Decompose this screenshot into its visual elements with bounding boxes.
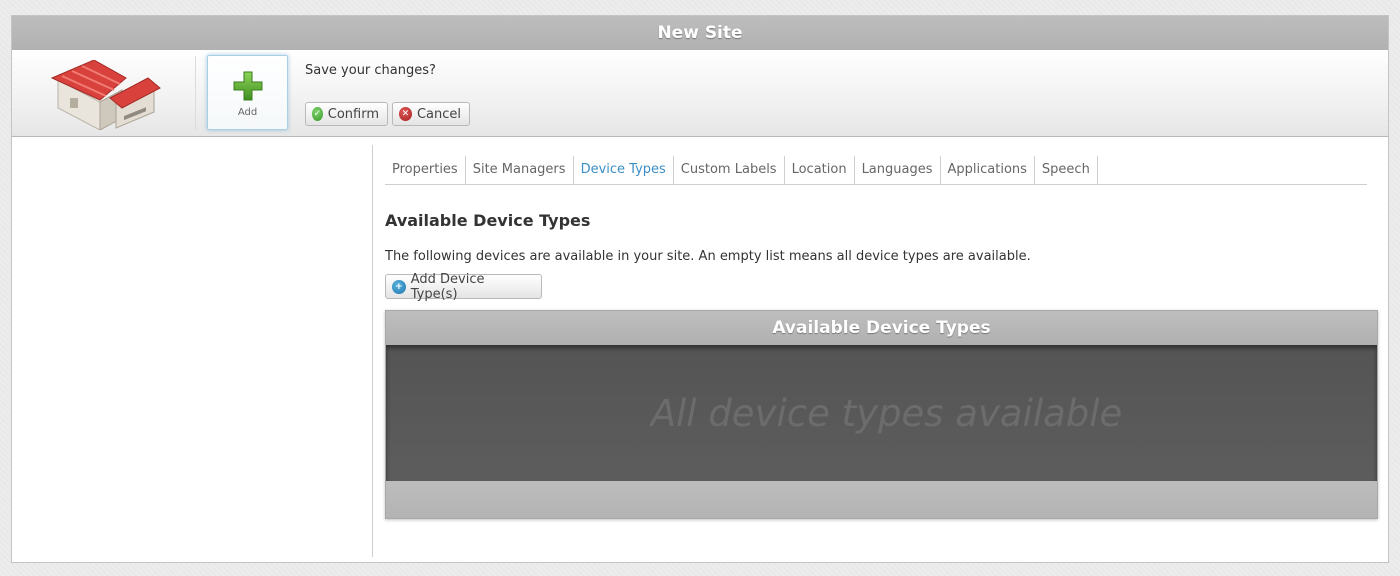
tab-custom-labels[interactable]: Custom Labels <box>674 156 785 184</box>
tab-speech[interactable]: Speech <box>1035 156 1098 184</box>
new-site-window: New Site Add Save your changes? ✓ Confir… <box>11 15 1389 563</box>
device-types-panel: Available Device Types All device types … <box>385 310 1378 519</box>
x-circle-icon: ✕ <box>399 107 412 121</box>
device-types-list: All device types available <box>386 345 1377 481</box>
tab-site-managers[interactable]: Site Managers <box>466 156 574 184</box>
empty-list-message: All device types available <box>650 391 1123 435</box>
add-device-types-label: Add Device Type(s) <box>410 271 485 302</box>
tab-languages[interactable]: Languages <box>855 156 941 184</box>
add-button[interactable]: Add <box>207 55 288 130</box>
check-circle-icon: ✓ <box>312 107 323 121</box>
content-area: Properties Site Managers Device Types Cu… <box>12 137 1388 562</box>
panel-title: Available Device Types <box>386 311 1377 345</box>
cancel-button[interactable]: ✕ Cancel <box>392 102 470 126</box>
cancel-button-label: Cancel <box>416 106 461 122</box>
tab-device-types[interactable]: Device Types <box>574 156 674 184</box>
toolbar-separator <box>195 56 196 130</box>
tab-bar: Properties Site Managers Device Types Cu… <box>385 156 1367 185</box>
site-building-icon <box>50 60 161 130</box>
tab-location[interactable]: Location <box>785 156 855 184</box>
window-title: New Site <box>12 16 1388 50</box>
blue-plus-circle-icon: + <box>392 279 406 294</box>
tab-properties[interactable]: Properties <box>385 156 466 184</box>
section-heading: Available Device Types <box>385 211 591 230</box>
save-changes-prompt: Save your changes? <box>305 63 436 78</box>
add-button-label: Add <box>237 107 258 118</box>
tab-applications[interactable]: Applications <box>941 156 1035 184</box>
green-plus-icon <box>233 71 263 101</box>
section-description: The following devices are available in y… <box>385 249 1031 264</box>
add-device-types-button[interactable]: + Add Device Type(s) <box>385 271 542 302</box>
confirm-button-label: Confirm <box>327 106 379 122</box>
confirm-button[interactable]: ✓ Confirm <box>305 102 388 126</box>
panel-footer <box>386 481 1377 518</box>
toolbar: Add Save your changes? ✓ Confirm ✕ Cance… <box>12 50 1388 137</box>
left-pane-divider <box>372 145 373 557</box>
